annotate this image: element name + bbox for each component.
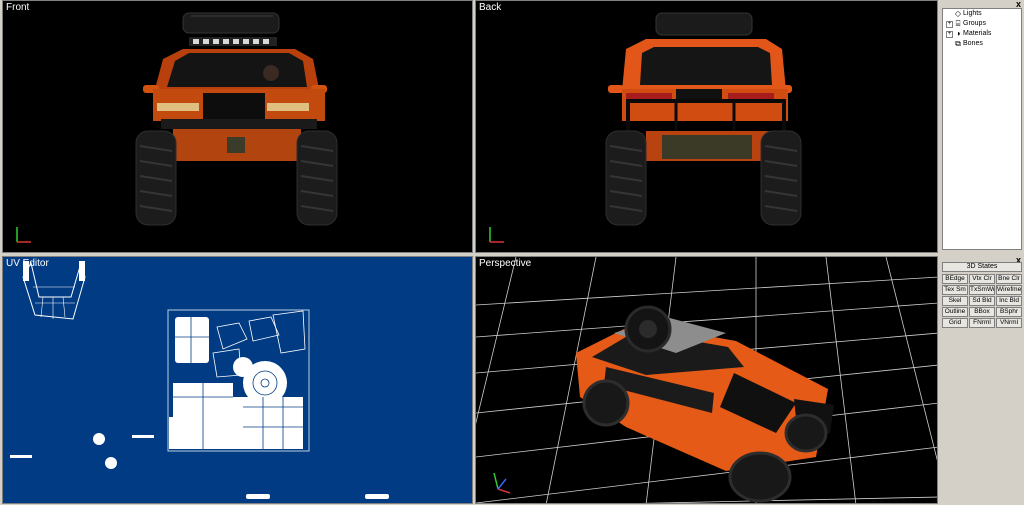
state-button-fnrml[interactable]: FNrml — [969, 318, 995, 328]
states-button-grid: BEdge Vtx Clr Bne Clr Tex Sm TxSmWr Wire… — [942, 274, 1022, 328]
viewport-label-front: Front — [6, 2, 30, 13]
front-truck-render — [16, 12, 338, 243]
states-panel-title: 3D States — [942, 262, 1022, 272]
tree-item-lights[interactable]: ◇ Lights — [943, 9, 1021, 19]
state-button-grid[interactable]: Grid — [942, 318, 968, 328]
back-viewport[interactable]: Back — [475, 0, 938, 253]
uv-map-render — [10, 261, 389, 499]
viewport-label-perspective: Perspective — [479, 258, 532, 269]
state-button-inc-bld[interactable]: Inc Bld — [996, 296, 1022, 306]
viewport-label-uv: UV Editor — [6, 258, 49, 269]
states-panel: x 3D States BEdge Vtx Clr Bne Clr Tex Sm… — [940, 255, 1024, 505]
tree-item-materials[interactable]: + ◑ Materials — [943, 29, 1021, 39]
state-button-vtx-clr[interactable]: Vtx Clr — [969, 274, 995, 284]
state-button-bne-clr[interactable]: Bne Clr — [996, 274, 1022, 284]
bone-icon: ⧉ — [955, 39, 961, 48]
expand-icon[interactable]: + — [946, 20, 953, 28]
tree-item-bones[interactable]: ⧉ Bones — [943, 39, 1021, 49]
state-button-wireframe[interactable]: Wirefme — [996, 285, 1022, 295]
cylinder-icon: ⌸ — [955, 19, 961, 28]
scene-tree-panel: x ◇ Lights + ⌸ Groups + ◑ Materials ⧉ Bones — [940, 0, 1024, 253]
diamond-icon: ◇ — [954, 9, 962, 18]
uv-editor-viewport[interactable]: UV Editor — [2, 256, 473, 504]
state-button-tex-sm[interactable]: Tex Sm — [942, 285, 968, 295]
state-button-txsmwr[interactable]: TxSmWr — [969, 285, 995, 295]
tree-item-groups[interactable]: + ⌸ Groups — [943, 19, 1021, 29]
state-button-bsphr[interactable]: BSphr — [996, 307, 1022, 317]
scene-tree[interactable]: ◇ Lights + ⌸ Groups + ◑ Materials ⧉ Bones — [942, 8, 1022, 250]
state-button-skel[interactable]: Skel — [942, 296, 968, 306]
state-button-vnrml[interactable]: VNrml — [996, 318, 1022, 328]
sphere-icon: ◑ — [955, 29, 961, 38]
viewport-label-back: Back — [479, 2, 502, 13]
perspective-viewport[interactable]: Perspective — [475, 256, 938, 504]
perspective-truck-render — [476, 257, 937, 503]
state-button-sd-bld[interactable]: Sd Bld — [969, 296, 995, 306]
state-button-bedge[interactable]: BEdge — [942, 274, 968, 284]
front-viewport[interactable]: Front — [2, 0, 473, 253]
state-button-outline[interactable]: Outline — [942, 307, 968, 317]
back-truck-render — [489, 12, 802, 243]
expand-icon[interactable]: + — [946, 30, 953, 38]
state-button-bbox[interactable]: BBox — [969, 307, 995, 317]
